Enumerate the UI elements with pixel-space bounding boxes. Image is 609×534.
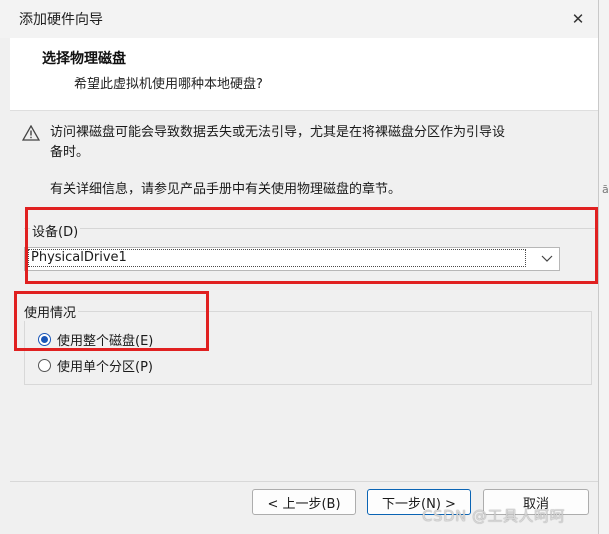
- background-window-strip: ā: [598, 0, 609, 534]
- use-single-partition-label: 使用单个分区(P): [57, 360, 153, 375]
- warning-icon: [22, 125, 40, 141]
- usage-label: 使用情况: [22, 302, 79, 321]
- back-button[interactable]: < 上一步(B): [252, 489, 356, 515]
- device-label: 设备(D): [30, 221, 81, 240]
- warning-line-2: 备时。: [50, 145, 90, 160]
- radio-unchecked-icon: [38, 359, 51, 372]
- wizard-header: 选择物理磁盘 希望此虚拟机使用哪种本地硬盘?: [10, 38, 598, 111]
- close-icon: ✕: [571, 10, 585, 28]
- window-title: 添加硬件向导: [19, 12, 103, 28]
- page-title: 选择物理磁盘: [42, 51, 126, 67]
- info-text: 有关详细信息，请参见产品手册中有关使用物理磁盘的章节。: [50, 182, 402, 197]
- use-entire-disk-radio[interactable]: 使用整个磁盘(E): [38, 330, 153, 349]
- device-select[interactable]: PhysicalDrive1: [24, 247, 560, 271]
- wizard-content: 访问裸磁盘可能会导致数据丢失或无法引导，尤其是在将裸磁盘分区作为引导设 备时。 …: [10, 111, 598, 482]
- close-button[interactable]: ✕: [562, 4, 594, 34]
- device-select-value: PhysicalDrive1: [28, 249, 526, 267]
- title-bar: 添加硬件向导 ✕: [0, 0, 598, 38]
- use-single-partition-radio[interactable]: 使用单个分区(P): [38, 356, 153, 375]
- add-hardware-wizard-dialog: 添加硬件向导 ✕ 选择物理磁盘 希望此虚拟机使用哪种本地硬盘? 访问裸磁盘可能会…: [0, 0, 599, 534]
- screenshot-root: ā 添加硬件向导 ✕ 选择物理磁盘 希望此虚拟机使用哪种本地硬盘? 访问裸磁盘可…: [0, 0, 609, 534]
- warning-text: 访问裸磁盘可能会导致数据丢失或无法引导，尤其是在将裸磁盘分区作为引导设 备时。: [50, 123, 580, 163]
- chevron-down-icon[interactable]: [535, 248, 559, 270]
- warning-line-1: 访问裸磁盘可能会导致数据丢失或无法引导，尤其是在将裸磁盘分区作为引导设: [50, 125, 506, 140]
- radio-checked-icon: [38, 333, 51, 346]
- watermark: CSDN @工具人呵呵: [422, 507, 566, 525]
- background-text-fragment: ā: [602, 183, 609, 196]
- page-subtitle: 希望此虚拟机使用哪种本地硬盘?: [74, 77, 263, 92]
- use-entire-disk-label: 使用整个磁盘(E): [57, 334, 154, 349]
